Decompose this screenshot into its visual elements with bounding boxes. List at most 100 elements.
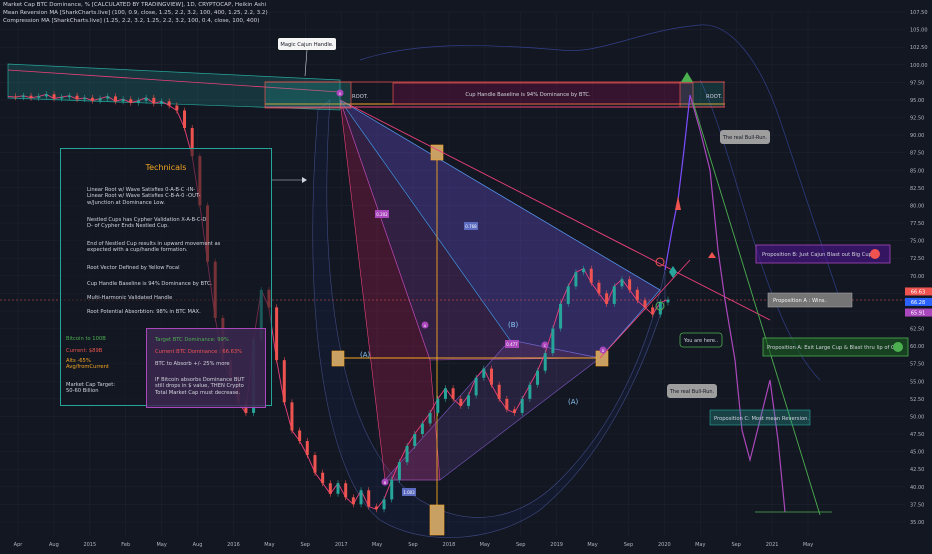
candle-body: [113, 96, 117, 102]
current-label: Current: $89B: [66, 348, 103, 354]
candle-body: [405, 445, 409, 463]
candle-body: [451, 388, 455, 399]
candle-body: [397, 462, 401, 480]
target-dominance: Target BTC Dominance: 99%: [155, 337, 229, 343]
candle-body: [390, 479, 394, 500]
price-tag-label: 66.63: [911, 289, 925, 295]
x-tick-label: Sep: [301, 542, 310, 548]
candle-body: [520, 398, 524, 413]
technicals-line-5: Cup Handle Baseline is 94% Dominance by …: [87, 281, 213, 287]
candle-body: [129, 99, 133, 103]
candle-body: [574, 272, 578, 287]
y-tick-label: 62.50: [910, 327, 924, 333]
real-bull-bottom-callout: The real Bull-Run.: [667, 384, 717, 398]
candle-body: [551, 328, 555, 354]
candle-body: [620, 279, 624, 287]
prop-a-wins-label: Proposition A : Wins.: [773, 298, 826, 304]
magic-cajun-label: Magic Cajun Handle.: [280, 42, 334, 48]
candle-body: [505, 398, 509, 410]
candle-body: [559, 303, 563, 329]
point-d: D: [602, 349, 605, 353]
y-tick-label: 47.50: [910, 432, 924, 438]
candle-body: [313, 455, 317, 473]
x-tick-label: 2016: [227, 542, 240, 548]
y-tick-label: 72.50: [910, 256, 924, 262]
candle-body: [152, 97, 156, 104]
y-tick-label: 57.50: [910, 362, 924, 368]
technicals-line-3: End of Nestled Cup results in upward mov…: [87, 241, 221, 254]
focal-marker-bottom: [429, 504, 445, 536]
y-tick-label: 100.00: [910, 63, 928, 69]
x-tick-label: May: [803, 542, 813, 548]
candle-body: [528, 384, 532, 399]
candle-body: [167, 101, 171, 106]
candle-body: [651, 307, 655, 315]
candle-body: [605, 293, 609, 304]
projection-green-line: [692, 101, 821, 516]
candle-body: [44, 94, 48, 97]
header-line-2: Mean Reversion MA [SharkCharts.live] (10…: [3, 10, 268, 16]
wave-a-right: (A): [568, 398, 579, 406]
x-tick-label: Apr: [14, 542, 24, 548]
candle-body: [543, 353, 547, 371]
y-tick-label: 55.00: [910, 379, 924, 385]
x-tick-label: Aug: [49, 542, 59, 548]
current-dominance: Current BTC Dominance : 66.63%: [155, 349, 243, 355]
x-tick-label: May: [587, 542, 597, 548]
candle-body: [635, 289, 639, 301]
candle-body: [536, 370, 540, 385]
candle-body: [290, 402, 294, 431]
red-arrow-down-icon: [708, 252, 716, 258]
technicals-line-7: Root Potential Absorbtion: 98% in BTC MA…: [87, 309, 201, 315]
x-tick-label: May: [695, 542, 705, 548]
technicals-title: Technicals: [145, 163, 187, 172]
candle-body: [497, 384, 501, 399]
prop-a-wins-callout: Proposition A : Wins.: [767, 292, 853, 308]
candle-body: [14, 96, 18, 98]
candle-body: [482, 368, 486, 378]
fib-label-3: 0.477: [506, 342, 518, 347]
candle-body: [328, 483, 332, 494]
y-tick-label: 37.50: [910, 502, 924, 508]
panel-arrow-head: [302, 177, 307, 183]
candle-body: [90, 97, 94, 101]
candle-body: [159, 101, 163, 104]
bitcoin-to-label: Bitcoin to 100B: [66, 336, 106, 342]
cross-icon: [870, 249, 880, 259]
candle-body: [582, 268, 586, 273]
candle-body: [420, 423, 424, 435]
fib-label-2: 0.768: [465, 224, 477, 229]
candle-body: [344, 483, 348, 498]
x-tick-label: Sep: [731, 542, 740, 548]
y-axis: 35.00 37.50 40.00 42.50 45.00 47.50 50.00 52.50…: [910, 10, 928, 526]
y-tick-label: 90.00: [910, 133, 924, 139]
x-tick-label: 2019: [550, 542, 563, 548]
candle-body: [144, 97, 148, 101]
candle-body: [658, 302, 662, 315]
y-tick-label: 60.00: [910, 344, 924, 350]
candle-body: [459, 398, 463, 406]
prop-b-label: Proposition B: Just Cajun Blast out Big …: [762, 252, 874, 258]
candle-body: [443, 388, 447, 399]
prop-a-label: Proposition A: Exit Large Cup & Blast th…: [767, 345, 903, 351]
prop-c-callout: Proposition C: Most mean Reversion.: [709, 409, 811, 426]
x-tick-label: 2020: [658, 542, 671, 548]
price-tag-label: 66.28: [911, 300, 925, 306]
candle-body: [367, 490, 371, 507]
x-tick-label: Sep: [624, 542, 633, 548]
candle-body: [52, 94, 56, 99]
candle-body: [382, 499, 386, 510]
technicals-line-4: Root Vector Defined by Yellow Focal: [87, 265, 180, 271]
candle-body: [628, 279, 632, 290]
price-tags: 66.63 66.28 65.91: [905, 287, 932, 317]
header-line-1: Market Cap BTC Dominance, % [CALCULATED …: [3, 2, 267, 8]
if-text: IF Bitcoin absorbs Dominance BUT still d…: [155, 377, 245, 396]
cup-baseline-label: Cup Handle Baseline is 94% Dominance by …: [465, 92, 591, 98]
candle-body: [298, 430, 302, 442]
y-tick-label: 80.00: [910, 203, 924, 209]
candle-body: [566, 286, 570, 304]
y-tick-label: 85.00: [910, 168, 924, 174]
candle-body: [351, 497, 355, 505]
y-tick-label: 52.50: [910, 397, 924, 403]
candle-body: [106, 96, 110, 99]
